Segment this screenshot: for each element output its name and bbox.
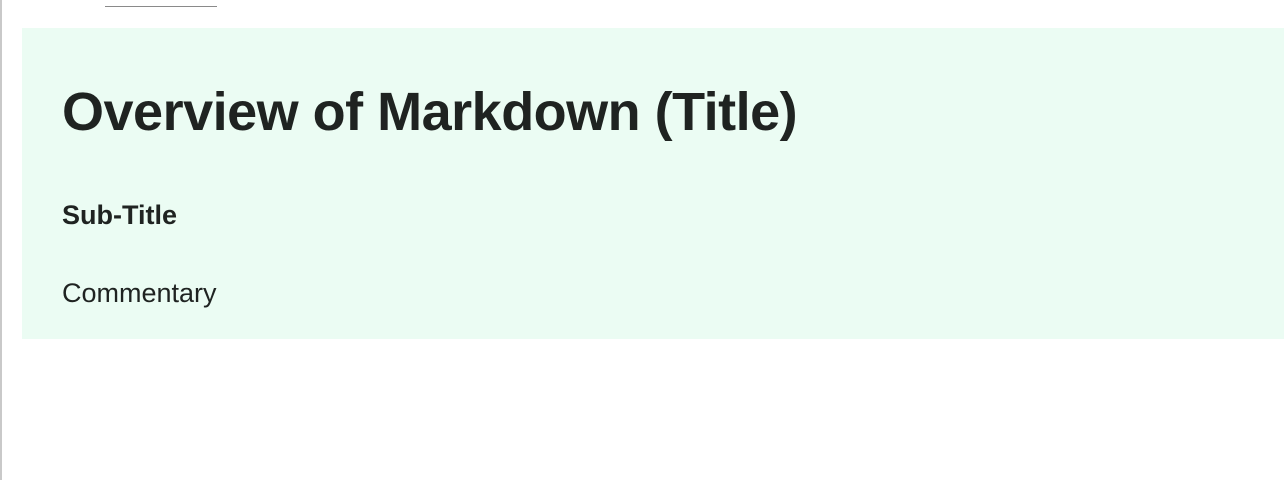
cell-title: Overview of Markdown (Title)	[62, 82, 798, 142]
top-divider	[105, 6, 217, 7]
notebook-page: Overview of Markdown (Title) Sub-Title C…	[0, 0, 1284, 480]
cell-subtitle: Sub-Title	[62, 200, 178, 230]
markdown-cell[interactable]: Overview of Markdown (Title) Sub-Title C…	[22, 28, 1284, 339]
left-border	[0, 0, 2, 480]
cell-commentary: Commentary	[62, 278, 217, 308]
